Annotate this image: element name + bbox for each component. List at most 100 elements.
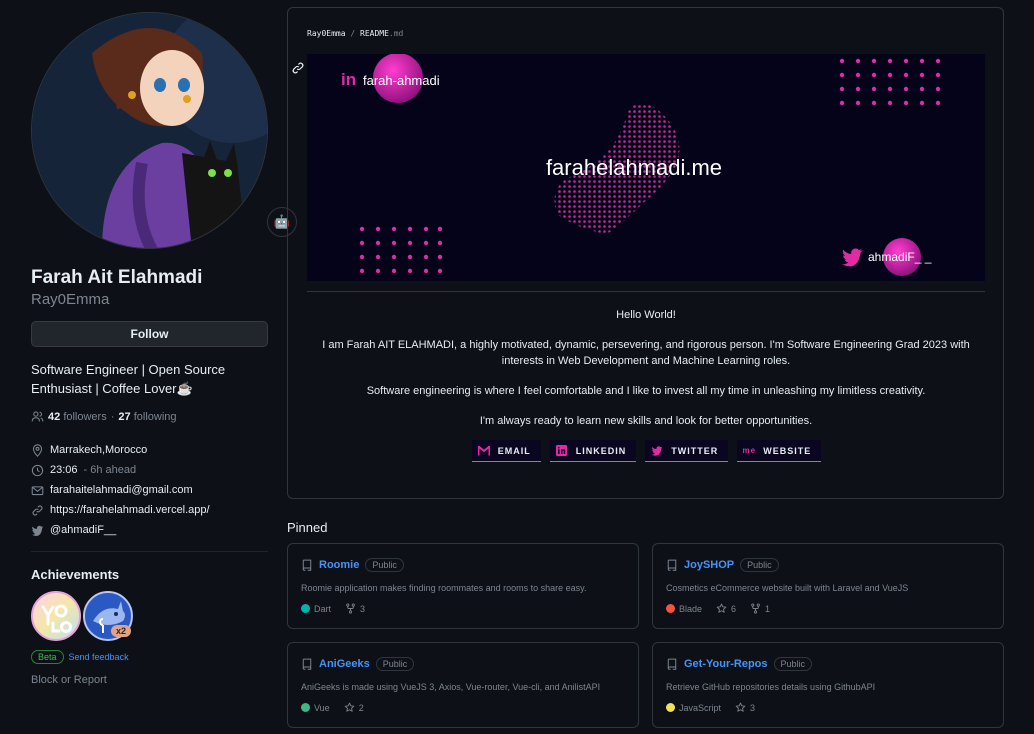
repo-name-link[interactable]: JoySHOP <box>684 559 734 571</box>
repo-visibility-badge: Public <box>740 558 779 572</box>
fork-icon <box>346 603 355 614</box>
repo-description: AniGeeks is made using VueJS 3, Axios, V… <box>301 682 601 692</box>
website-social-label: WEBSITE <box>763 445 812 456</box>
pinned-repo-card: Get-Your-Repos Public Retrieve GitHub re… <box>652 642 1004 728</box>
banner-linkedin-handle: farah-ahmadi <box>363 73 440 88</box>
readme-greeting: Hello World! <box>616 309 676 321</box>
readme-body: Hello World! I am Farah AIT ELAHMADI, a … <box>307 307 985 443</box>
repo-language: Dart <box>301 604 331 614</box>
linkedin-icon <box>556 445 568 457</box>
twitter-icon <box>31 525 44 536</box>
repo-language: Vue <box>301 703 330 713</box>
repo-icon <box>667 658 677 670</box>
language-name: Dart <box>314 603 332 614</box>
pinned-title: Pinned <box>287 520 328 535</box>
repo-visibility-badge: Public <box>375 657 415 671</box>
star-icon <box>344 702 354 712</box>
breadcrumb-user-link[interactable]: Ray0Emma <box>307 29 346 38</box>
repo-icon <box>667 559 677 571</box>
repo-name-link[interactable]: Roomie <box>319 559 359 571</box>
twitter-icon <box>651 445 663 457</box>
profile-details: Marrakech,Morocco 23:06 - 6h ahead farah… <box>31 440 268 540</box>
star-count: 2 <box>358 702 364 713</box>
following-label: following <box>133 410 177 423</box>
repo-visibility-badge: Public <box>773 657 813 671</box>
location-pin-icon <box>32 443 43 457</box>
link-icon <box>32 505 43 515</box>
pinned-repo-card: JoySHOP Public Cosmetics eCommerce websi… <box>652 543 1004 629</box>
following-link[interactable]: 27 following <box>118 411 176 423</box>
email-link[interactable]: farahaitelahmadi@gmail.com <box>50 484 193 496</box>
linkedin-social-button[interactable]: LINKEDIN <box>549 440 637 462</box>
follow-stats: 42 followers · 27 following <box>31 410 268 423</box>
repo-name-link[interactable]: Get-Your-Repos <box>684 658 768 670</box>
repo-description: Retrieve GitHub repositories details usi… <box>666 682 876 692</box>
people-icon <box>31 411 44 422</box>
followers-label: followers <box>63 410 107 423</box>
readme-divider <box>307 291 985 292</box>
banner-site-text: farahelahmadi.me <box>546 155 722 180</box>
readme-box: Ray0Emma / README.md in farah-ahmadi far… <box>287 7 1004 499</box>
location-item: Marrakech,Morocco <box>31 440 268 460</box>
website-link[interactable]: https://farahelahmadi.vercel.app/ <box>50 504 210 516</box>
email-item: farahaitelahmadi@gmail.com <box>31 480 268 500</box>
beta-feedback-row: Beta Send feedback <box>31 650 268 664</box>
star-count: 6 <box>731 603 737 614</box>
avatar[interactable] <box>31 12 268 249</box>
pinned-repo-card: Roomie Public Roomie application makes f… <box>287 543 639 629</box>
readme-breadcrumb: Ray0Emma / README.md <box>307 29 403 38</box>
fork-count: 3 <box>360 603 366 614</box>
repo-stars-link[interactable]: 6 <box>716 603 736 614</box>
repo-forks-link[interactable]: 3 <box>345 603 365 614</box>
yolo-achievement-badge[interactable] <box>31 591 81 641</box>
time-offset: - 6h ahead <box>83 464 137 476</box>
location-text: Marrakech,Morocco <box>50 444 148 456</box>
repo-visibility-badge: Public <box>365 558 404 572</box>
block-or-report-link[interactable]: Block or Report <box>31 674 268 686</box>
repo-stars-link[interactable]: 3 <box>735 702 755 713</box>
repo-stars-link[interactable]: 2 <box>344 702 364 713</box>
banner-dot-grid-top <box>839 58 941 106</box>
repo-name-link[interactable]: AniGeeks <box>319 658 370 670</box>
breadcrumb-file-ext: .md <box>388 29 404 38</box>
language-name: JavaScript <box>679 702 722 713</box>
fork-count: 1 <box>765 603 771 614</box>
repo-description: Roomie application makes finding roommat… <box>301 583 587 593</box>
send-feedback-link[interactable]: Send feedback <box>69 652 129 662</box>
follow-button[interactable]: Follow <box>31 321 268 347</box>
repo-language: JavaScript <box>666 703 721 713</box>
twitter-link[interactable]: @ahmadiF__ <box>50 524 116 536</box>
website-item: https://farahelahmadi.vercel.app/ <box>31 500 268 520</box>
website-me-icon: me <box>742 446 757 455</box>
language-color-dot <box>301 703 310 712</box>
star-count: 3 <box>750 702 756 713</box>
readme-closing: I'm always ready to learn new skills and… <box>479 415 813 427</box>
follow-separator: · <box>110 410 115 423</box>
local-time-item: 23:06 - 6h ahead <box>31 460 268 480</box>
profile-sidebar: 🤖 Farah Ait Elahmadi Ray0Emma Follow Sof… <box>31 12 297 686</box>
mail-icon <box>31 485 44 495</box>
sidebar-divider <box>31 551 268 552</box>
twitter-item: @ahmadiF__ <box>31 520 268 540</box>
social-buttons: EMAIL LINKEDIN TWITTER me WEBSITE <box>288 440 1005 462</box>
readme-banner: in farah-ahmadi farahelahmadi.me ahmadiF… <box>307 54 985 281</box>
email-social-label: EMAIL <box>497 445 531 456</box>
repo-icon <box>302 559 312 571</box>
bio-text: Software Engineer | Open Source Enthusia… <box>31 362 226 396</box>
breadcrumb-file-link[interactable]: README <box>360 29 389 38</box>
repo-description: Cosmetics eCommerce website built with L… <box>666 583 909 593</box>
readme-passion: Software engineering is where I feel com… <box>366 385 926 397</box>
following-count: 27 <box>118 410 131 423</box>
linkedin-social-label: LINKEDIN <box>575 445 627 456</box>
followers-link[interactable]: 42 followers <box>48 411 107 423</box>
achievements-title: Achievements <box>31 567 120 582</box>
website-social-button[interactable]: me WEBSITE <box>737 440 822 462</box>
banner-twitter-icon <box>842 248 863 267</box>
anchor-link-icon[interactable] <box>291 61 305 75</box>
language-name: Blade <box>679 603 703 614</box>
repo-language: Blade <box>666 604 702 614</box>
star-icon <box>716 603 727 613</box>
repo-forks-link[interactable]: 1 <box>750 603 770 614</box>
twitter-social-button[interactable]: TWITTER <box>645 440 729 462</box>
email-social-button[interactable]: EMAIL <box>471 440 541 462</box>
